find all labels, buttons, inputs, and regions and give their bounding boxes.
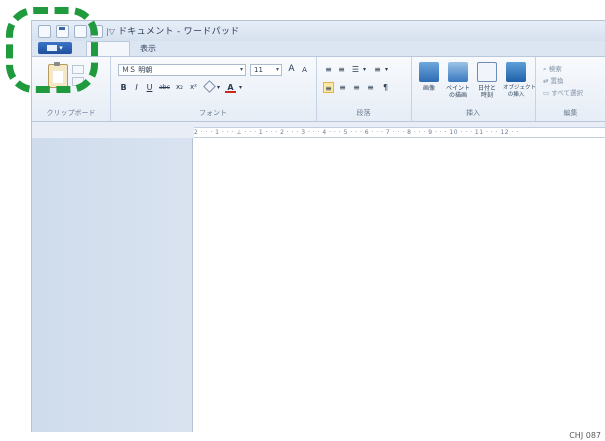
paint-icon xyxy=(448,62,468,82)
highlight-color-button[interactable] xyxy=(203,80,216,93)
justify-icon[interactable]: ≡ xyxy=(365,82,376,93)
paragraph-group: ≡ ≡ ☰ ▾ ≡ ▾ ≡ ≡ ≡ ≡ ¶ 段落 xyxy=(316,57,412,121)
decrease-indent-icon[interactable]: ≡ xyxy=(323,64,334,75)
clipboard-group-label: クリップボード xyxy=(46,109,96,117)
picture-icon xyxy=(419,62,439,82)
editing-group: ⌕ 検索 ⇄ 置換 ▭ すべて選択 編集 xyxy=(535,57,605,121)
bold-button[interactable]: B xyxy=(118,82,129,93)
tab-view[interactable]: 表示 xyxy=(140,43,156,54)
italic-button[interactable]: I xyxy=(131,82,142,93)
text-color-button[interactable]: A xyxy=(225,82,236,93)
chevron-down-icon: ▾ xyxy=(275,66,279,73)
insert-group: 画像 ペイント の描画 日付と 時刻 オブジェクト の挿入 挿入 xyxy=(411,57,536,121)
list-icon[interactable]: ☰ xyxy=(350,64,361,75)
list-dropdown-arrow[interactable]: ▾ xyxy=(361,64,368,75)
highlighter-icon xyxy=(203,80,216,93)
object-icon xyxy=(506,62,526,82)
editing-group-label: 編集 xyxy=(563,109,578,117)
highlight-callout xyxy=(6,7,98,93)
insert-paint-label: ペイント の描画 xyxy=(445,85,470,99)
font-size-select[interactable]: 11 ▾ xyxy=(250,64,282,76)
wordpad-window: |▽ ドキュメント - ワードパッド ▾ 表示 クリップボード ＭＳ 明朝 ▾ … xyxy=(31,20,605,432)
insert-picture-label: 画像 xyxy=(422,85,435,92)
ribbon: クリップボード ＭＳ 明朝 ▾ 11 ▾ A A B I U abc x₂ x²… xyxy=(32,57,605,122)
line-spacing-icon[interactable]: ≡ xyxy=(372,64,383,75)
shrink-font-button[interactable]: A xyxy=(299,65,310,76)
ruler-scale: 2 · · · 1 · · · ⊥ · · · 1 · · · 2 · · · … xyxy=(194,129,519,136)
ribbon-tab-row: ▾ 表示 xyxy=(32,41,605,57)
paragraph-dialog-icon[interactable]: ¶ xyxy=(380,82,391,93)
font-group: ＭＳ 明朝 ▾ 11 ▾ A A B I U abc x₂ x² ▾ A ▾ フ… xyxy=(110,57,317,121)
align-left-icon[interactable]: ≡ xyxy=(323,82,334,93)
font-name-value: ＭＳ 明朝 xyxy=(122,66,153,74)
title-bar: |▽ ドキュメント - ワードパッド xyxy=(32,21,605,41)
font-name-select[interactable]: ＭＳ 明朝 ▾ xyxy=(118,64,246,76)
document-page[interactable] xyxy=(193,138,605,432)
paragraph-group-label: 段落 xyxy=(356,109,371,117)
highlight-dropdown-arrow[interactable]: ▾ xyxy=(215,82,222,93)
insert-group-label: 挿入 xyxy=(466,109,480,117)
strikethrough-button[interactable]: abc xyxy=(157,82,172,93)
align-center-icon[interactable]: ≡ xyxy=(337,82,348,93)
font-group-label: フォント xyxy=(199,109,227,117)
find-button[interactable]: ⌕ 検索 xyxy=(543,63,562,74)
calendar-icon xyxy=(477,62,497,82)
replace-label: 置換 xyxy=(550,77,564,85)
find-label: 検索 xyxy=(548,65,562,73)
replace-button[interactable]: ⇄ 置換 xyxy=(543,75,564,85)
document-left-margin xyxy=(32,138,193,432)
text-color-dropdown-arrow[interactable]: ▾ xyxy=(237,82,244,93)
figure-code: CHJ 087 xyxy=(569,431,601,440)
font-size-value: 11 xyxy=(254,66,263,74)
ruler-margin xyxy=(32,127,194,136)
insert-object-label: オブジェクト の挿入 xyxy=(503,85,537,98)
line-spacing-dropdown-arrow[interactable]: ▾ xyxy=(383,64,390,75)
superscript-button[interactable]: x² xyxy=(188,82,199,93)
quick-access-customize-icon[interactable]: |▽ xyxy=(106,27,115,36)
window-title: ドキュメント - ワードパッド xyxy=(118,27,240,37)
grow-font-button[interactable]: A xyxy=(286,64,297,75)
select-all-label: すべて選択 xyxy=(551,89,584,97)
subscript-button[interactable]: x₂ xyxy=(174,82,185,93)
align-right-icon[interactable]: ≡ xyxy=(351,82,362,93)
chevron-down-icon: ▾ xyxy=(239,66,243,73)
underline-button[interactable]: U xyxy=(144,82,155,93)
increase-indent-icon[interactable]: ≡ xyxy=(336,64,347,75)
select-all-button[interactable]: ▭ すべて選択 xyxy=(543,87,583,97)
ruler[interactable]: 2 · · · 1 · · · ⊥ · · · 1 · · · 2 · · · … xyxy=(194,127,605,138)
insert-datetime-label: 日付と 時刻 xyxy=(477,85,496,99)
